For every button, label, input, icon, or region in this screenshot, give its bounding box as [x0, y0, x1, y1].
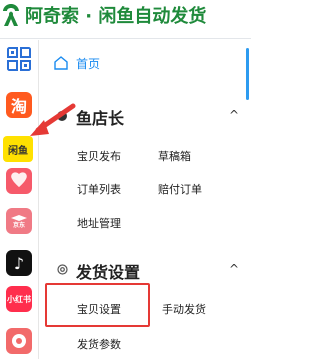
jingdong-label: 京东 — [13, 221, 25, 228]
pinduoduo-icon[interactable] — [6, 168, 32, 194]
app-title: 阿奇索 · 闲鱼自动发货 — [25, 6, 207, 27]
jingdong-icon[interactable]: 京东 — [6, 208, 32, 234]
section-title-shipping[interactable]: 发货设置 — [76, 259, 140, 283]
menu-item-publish[interactable]: 宝贝发布 — [77, 148, 121, 164]
app-header: 阿奇索 · 闲鱼自动发货 — [0, 0, 251, 40]
xianyu-icon[interactable]: 闲鱼 — [3, 136, 33, 162]
menu-item-drafts[interactable]: 草稿箱 — [158, 148, 191, 164]
menu-item-address[interactable]: 地址管理 — [77, 215, 121, 231]
menu-home-label: 首页 — [76, 56, 101, 71]
home-icon — [54, 56, 68, 70]
logo-icon — [3, 4, 19, 26]
platform-rail: 淘 闲鱼 京东 ♪ 小红书 — [0, 40, 39, 359]
grid-app-icon[interactable] — [6, 46, 32, 72]
menu-home[interactable]: 首页 — [54, 50, 100, 76]
scrollbar[interactable] — [246, 48, 249, 100]
chevron-up-icon[interactable]: ^ — [229, 108, 239, 122]
menu-item-ship-params[interactable]: 发货参数 — [77, 336, 121, 352]
chevron-up-icon[interactable]: ^ — [229, 262, 239, 276]
douyin-icon[interactable]: ♪ — [6, 250, 32, 276]
other-platform-icon[interactable] — [6, 328, 32, 354]
header-divider — [0, 38, 251, 39]
menu-item-orders[interactable]: 订单列表 — [77, 181, 121, 197]
section-title-shop[interactable]: 鱼店长 — [76, 105, 124, 129]
shop-icon — [57, 111, 67, 121]
xiaohongshu-icon[interactable]: 小红书 — [6, 286, 32, 312]
gear-icon — [57, 264, 68, 275]
taobao-icon[interactable]: 淘 — [6, 92, 32, 118]
menu-item-manual-ship[interactable]: 手动发货 — [162, 301, 206, 317]
menu-item-compensation[interactable]: 赔付订单 — [158, 181, 202, 197]
menu-item-product-settings[interactable]: 宝贝设置 — [77, 301, 121, 317]
